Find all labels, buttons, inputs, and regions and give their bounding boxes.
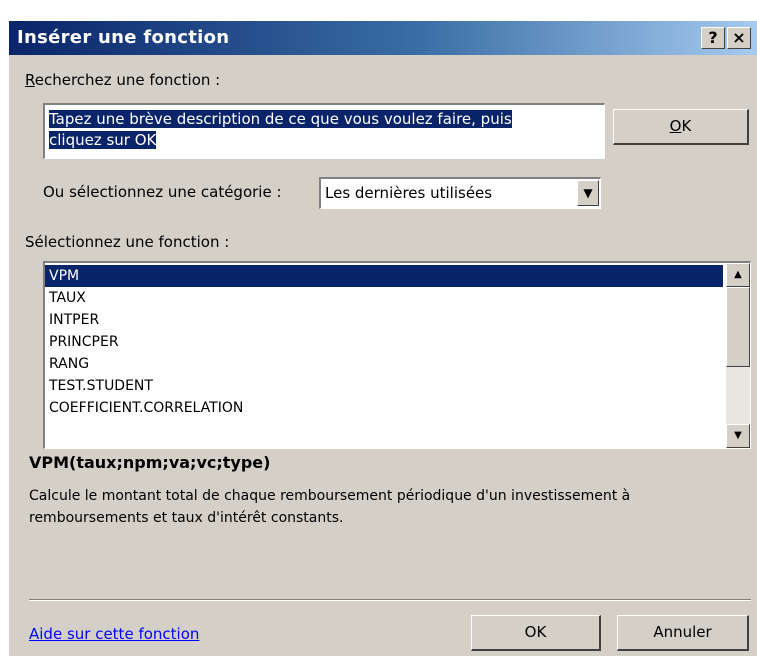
search-label-accel: R <box>25 71 35 89</box>
chevron-down-icon[interactable]: ▼ <box>577 180 599 206</box>
category-label: Ou sélectionnez une catégorie : <box>43 183 282 201</box>
scroll-up-icon[interactable]: ▲ <box>726 263 750 287</box>
function-item-test-student[interactable]: TEST.STUDENT <box>45 375 723 397</box>
function-syntax: VPM(taux;npm;va;vc;type) <box>29 453 271 472</box>
function-list-scrollbar[interactable]: ▲ ▼ <box>726 263 750 448</box>
function-item-rang[interactable]: RANG <box>45 353 723 375</box>
search-label-rest: echerchez une fonction : <box>34 71 221 89</box>
search-go-rest: K <box>681 117 692 135</box>
function-item-coefficient-correlation[interactable]: COEFFICIENT.CORRELATION <box>45 397 723 419</box>
function-listbox[interactable]: VPM TAUX INTPER PRINCPER RANG TEST.STUDE… <box>43 261 751 449</box>
search-input-text: Tapez une brève description de ce que vo… <box>49 109 589 151</box>
search-go-button[interactable]: OK <box>613 109 749 145</box>
search-input[interactable]: Tapez une brève description de ce que vo… <box>43 103 605 159</box>
title-bar[interactable]: Insérer une fonction ? × <box>9 21 757 55</box>
function-list-label: Sélectionnez une fonction : <box>25 233 230 251</box>
search-label: Recherchez une fonction : <box>25 71 220 89</box>
insert-function-dialog: Insérer une fonction ? × Recherchez une … <box>8 20 757 656</box>
ok-button[interactable]: OK <box>471 615 601 651</box>
search-go-accel: O <box>669 117 682 135</box>
function-item-princper[interactable]: PRINCPER <box>45 331 723 353</box>
function-item-vpm[interactable]: VPM <box>45 265 723 287</box>
function-list-items: VPM TAUX INTPER PRINCPER RANG TEST.STUDE… <box>45 265 723 419</box>
function-description: Calcule le montant total de chaque rembo… <box>29 488 631 526</box>
help-button[interactable]: ? <box>701 27 725 49</box>
dialog-title: Insérer une fonction <box>17 27 230 48</box>
help-on-function-link[interactable]: Aide sur cette fonction <box>29 625 199 643</box>
search-text-line-2: cliquez sur OK <box>49 131 157 149</box>
footer-separator <box>29 599 751 601</box>
category-selected-value: Les dernières utilisées <box>325 184 493 202</box>
function-item-taux[interactable]: TAUX <box>45 287 723 309</box>
scroll-down-icon[interactable]: ▼ <box>726 424 750 448</box>
scrollbar-thumb[interactable] <box>726 287 750 367</box>
close-button[interactable]: × <box>727 27 751 49</box>
search-text-line-1: Tapez une brève description de ce que vo… <box>49 110 512 128</box>
function-item-intper[interactable]: INTPER <box>45 309 723 331</box>
cancel-button[interactable]: Annuler <box>617 615 749 651</box>
category-select[interactable]: Les dernières utilisées ▼ <box>319 177 601 209</box>
